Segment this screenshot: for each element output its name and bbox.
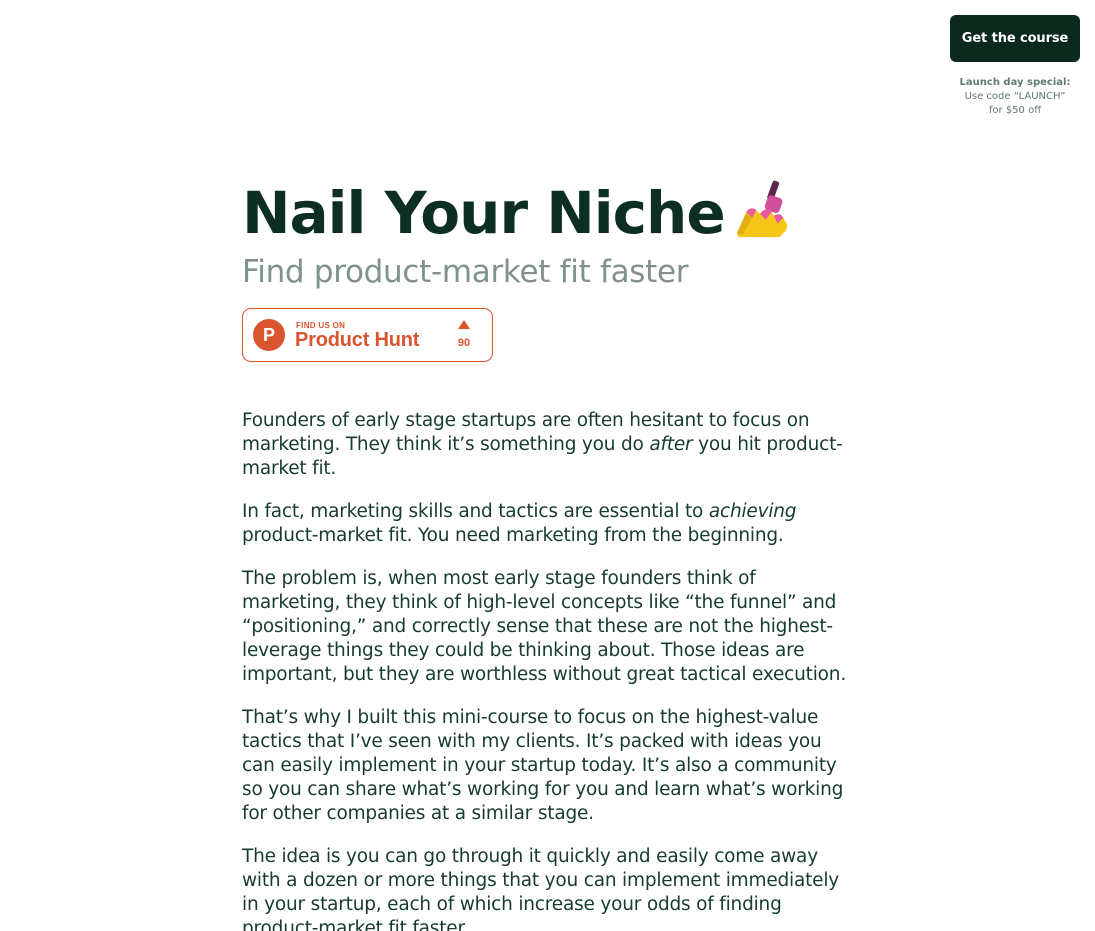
promo-discount-line: for $50 off	[988, 105, 1042, 116]
intro-text: Founders of early stage startups are oft…	[242, 409, 854, 931]
page-title-text: Nail Your Niche	[242, 179, 726, 247]
product-hunt-badge[interactable]: P FIND US ON Product Hunt 90	[242, 308, 493, 362]
paragraph-5: The idea is you can go through it quickl…	[242, 846, 840, 931]
product-hunt-logo-letter: P	[262, 324, 275, 345]
upvote-count: 90	[457, 337, 471, 349]
product-hunt-name: Product Hunt	[295, 329, 420, 351]
page-title: Nail Your Niche	[242, 170, 854, 256]
promo-code-line: Use code “LAUNCH”	[964, 91, 1066, 102]
paragraph-1-emphasis: after	[649, 434, 693, 455]
landing-page: Get the course Launch day special: Use c…	[0, 0, 1095, 931]
main-content: Nail Your Niche Find product-market fit …	[242, 170, 854, 931]
paragraph-3: The problem is, when most early stage fo…	[242, 568, 847, 685]
upvote-arrow-icon	[458, 320, 470, 329]
promo-title: Launch day special:	[959, 77, 1071, 88]
product-hunt-logo-icon: P	[253, 319, 285, 351]
get-course-button[interactable]: Get the course	[950, 15, 1080, 62]
launch-promo: Launch day special: Use code “LAUNCH” fo…	[950, 76, 1080, 118]
paragraph-2: In fact, marketing skills and tactics ar…	[242, 500, 854, 548]
paragraph-2-start: In fact, marketing skills and tactics ar…	[242, 501, 709, 522]
paragraph-2-emphasis: achieving	[708, 501, 797, 522]
nail-polish-icon	[736, 180, 787, 238]
page-subtitle: Find product-market fit faster	[242, 254, 689, 290]
paragraph-1: Founders of early stage startups are oft…	[242, 409, 854, 481]
paragraph-2-end: product-market fit. You need marketing f…	[242, 525, 784, 546]
paragraph-4: That’s why I built this mini-course to f…	[242, 707, 844, 824]
